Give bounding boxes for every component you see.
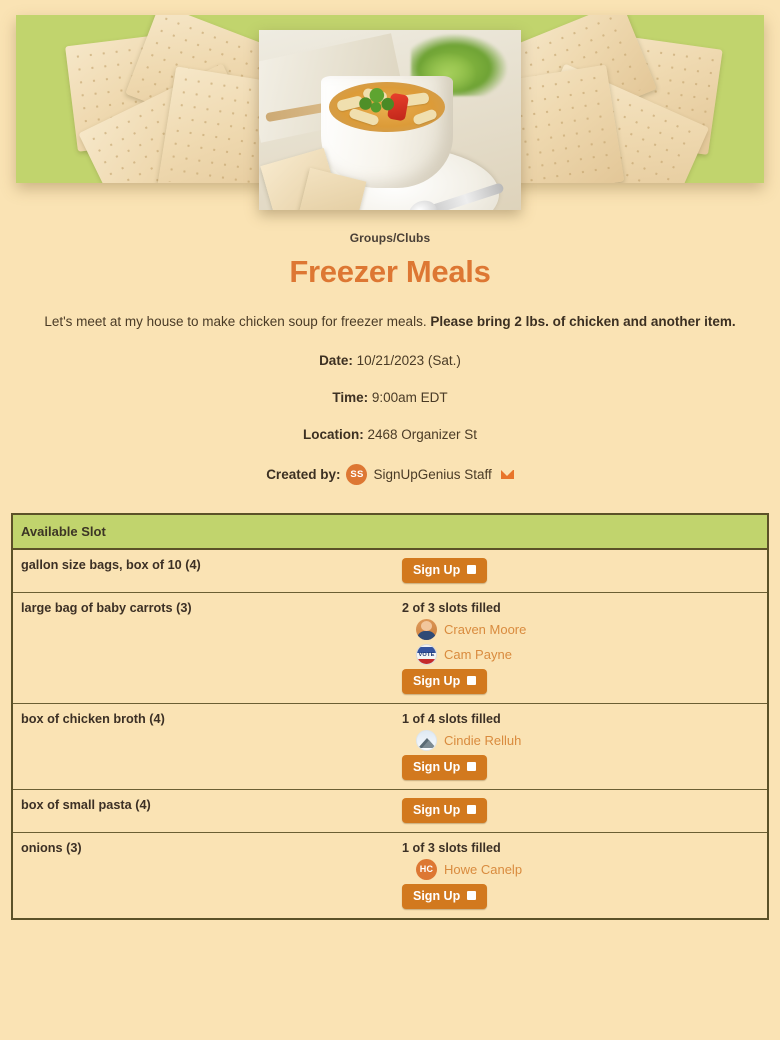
slot-action-cell: Sign Up <box>402 549 768 593</box>
detail-date: Date: 10/21/2023 (Sat.) <box>0 353 780 368</box>
date-value: 10/21/2023 (Sat.) <box>356 352 461 368</box>
soup-mug-shape <box>321 76 453 188</box>
slot-name: box of chicken broth (4) <box>12 702 402 790</box>
sign-up-button[interactable]: Sign Up <box>402 668 488 694</box>
slot-action-cell: Sign Up <box>402 788 768 833</box>
sign-up-button-label: Sign Up <box>413 673 461 688</box>
table-row: large bag of baby carrots (3) 2 of 3 slo… <box>12 591 768 704</box>
checkbox-icon <box>467 762 477 772</box>
slot-name: box of small pasta (4) <box>12 788 402 833</box>
column-header-available-slot: Available Slot <box>12 513 402 550</box>
creator-name[interactable]: SignUpGenius Staff <box>373 467 491 482</box>
avatar: SS <box>346 463 368 485</box>
landscape-photo-avatar <box>416 729 437 751</box>
sign-up-button[interactable]: Sign Up <box>402 754 488 780</box>
signup-slot-table: Available Slot gallon size bags, box of … <box>11 512 769 920</box>
location-label: Location: <box>302 426 364 442</box>
detail-location: Location: 2468 Organizer St <box>0 427 780 442</box>
noodle-shape <box>412 108 438 126</box>
soup-broth <box>329 82 445 132</box>
soup-photo <box>259 30 521 210</box>
category-label: Groups/Clubs <box>349 231 431 245</box>
table-row: box of chicken broth (4) 1 of 4 slots fi… <box>12 702 768 790</box>
page-title: Freezer Meals <box>289 254 491 289</box>
checkbox-icon <box>467 565 477 575</box>
sign-up-button[interactable]: Sign Up <box>402 883 488 909</box>
description-plain: Let's meet at my house to make chicken s… <box>44 314 427 329</box>
description-bold: Please bring 2 lbs. of chicken and anoth… <box>430 314 736 329</box>
date-label: Date: <box>319 352 353 368</box>
list-item: Craven Moore <box>416 618 767 640</box>
sign-up-button-label: Sign Up <box>413 888 461 903</box>
detail-time: Time: 9:00am EDT <box>0 390 780 405</box>
slots-filled-text: 1 of 4 slots filled <box>402 711 501 726</box>
slots-filled-text: 2 of 3 slots filled <box>402 600 501 615</box>
checkbox-icon <box>467 891 477 901</box>
table-row: box of small pasta (4) Sign Up <box>12 788 768 833</box>
slot-name: gallon size bags, box of 10 (4) <box>21 557 201 572</box>
time-label: Time: <box>332 389 369 405</box>
slot-name: large bag of baby carrots (3) <box>12 591 402 704</box>
table-row: onions (3) 1 of 3 slots filled HC Howe C… <box>12 831 768 919</box>
vote-badge-avatar: VOTE <box>416 643 437 665</box>
initials-avatar: HC <box>416 858 437 880</box>
header-banner-area <box>0 0 780 225</box>
slot-action-cell: 2 of 3 slots filled Craven Moore VOTE Ca… <box>402 591 768 704</box>
participant-name[interactable]: Cam Payne <box>444 647 512 662</box>
sign-up-button-label: Sign Up <box>413 562 461 577</box>
location-value: 2468 Organizer St <box>367 426 478 442</box>
parsley-garnish <box>355 88 397 114</box>
created-by-label: Created by: <box>266 466 341 482</box>
envelope-icon[interactable] <box>500 469 514 479</box>
participant-name[interactable]: Craven Moore <box>444 622 526 637</box>
slots-filled-text: 1 of 3 slots filled <box>402 840 501 855</box>
sign-up-button[interactable]: Sign Up <box>402 797 488 823</box>
list-item: VOTE Cam Payne <box>416 643 767 665</box>
slot-action-cell: 1 of 4 slots filled Cindie Relluh Sign U… <box>402 702 768 790</box>
table-row: gallon size bags, box of 10 (4) Sign Up <box>12 549 768 593</box>
detail-created-by: Created by: SS SignUpGenius Staff <box>0 463 780 485</box>
checkbox-icon <box>467 676 477 686</box>
table-header-row: Available Slot <box>12 513 768 550</box>
participant-name[interactable]: Howe Canelp <box>444 862 522 877</box>
checkbox-icon <box>467 805 477 815</box>
event-description: Let's meet at my house to make chicken s… <box>0 313 780 331</box>
sign-up-button-label: Sign Up <box>413 802 461 817</box>
time-value: 9:00am EDT <box>371 389 448 405</box>
list-item: HC Howe Canelp <box>416 858 767 880</box>
slot-action-cell: 1 of 3 slots filled HC Howe Canelp Sign … <box>402 831 768 919</box>
list-item: Cindie Relluh <box>416 729 767 751</box>
sign-up-button-label: Sign Up <box>413 759 461 774</box>
photo-portrait-avatar <box>416 618 437 640</box>
slot-name: onions (3) <box>12 831 402 919</box>
column-header-action <box>402 513 768 550</box>
sign-up-button[interactable]: Sign Up <box>402 557 488 583</box>
participant-name[interactable]: Cindie Relluh <box>444 733 521 748</box>
